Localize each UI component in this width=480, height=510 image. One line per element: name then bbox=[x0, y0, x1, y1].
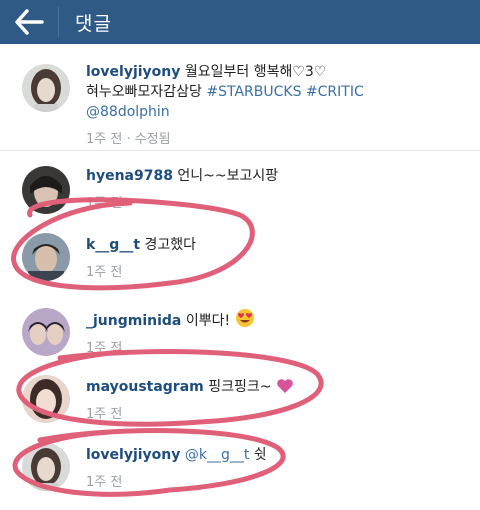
comment-text: 핑크핑크~ bbox=[208, 379, 272, 395]
username[interactable]: lovelyjiyony bbox=[86, 447, 180, 463]
divider bbox=[0, 150, 480, 151]
timestamp: 1주 전 bbox=[86, 341, 123, 356]
avatar[interactable] bbox=[22, 64, 70, 112]
username[interactable]: k__g__t bbox=[86, 237, 140, 253]
avatar[interactable] bbox=[22, 443, 70, 491]
comment-text: 경고했다 bbox=[144, 237, 197, 253]
avatar[interactable] bbox=[22, 166, 70, 214]
avatar[interactable] bbox=[22, 375, 70, 423]
timestamp: 1주 전 bbox=[86, 407, 123, 422]
timestamp: 1주 전 bbox=[86, 196, 123, 211]
timestamp: 1주 전 bbox=[86, 475, 123, 490]
arrow-left-icon bbox=[15, 9, 44, 35]
timestamp: 1주 전 bbox=[86, 265, 123, 280]
comment-text: 월요일부터 행복해♡3♡ bbox=[184, 64, 327, 80]
comment-text: 쉿 bbox=[253, 447, 267, 463]
header-divider bbox=[58, 7, 59, 37]
hashtag-link[interactable]: #CRITIC bbox=[306, 84, 364, 100]
comment-item: lovelyjiyony @k__g__t 쉿 1주 전 bbox=[0, 439, 480, 499]
username[interactable]: mayoustagram bbox=[86, 379, 204, 395]
comment-text: 언니~~보고시팡 bbox=[177, 168, 279, 184]
comment-text: 혀누오빠모자감삼당 bbox=[86, 84, 202, 100]
timestamp: 1주 전 · 수정됨 bbox=[86, 132, 171, 147]
avatar[interactable] bbox=[22, 233, 70, 281]
pink-heart-emoji bbox=[277, 379, 293, 393]
mention-link[interactable]: @k__g__t bbox=[185, 447, 249, 463]
username[interactable]: lovelyjiyony bbox=[86, 64, 180, 80]
top-bar: 댓글 bbox=[0, 0, 480, 44]
username[interactable]: _jungminida bbox=[86, 313, 181, 329]
comment-text: 이뿌다! bbox=[185, 313, 231, 329]
comment-item: hyena9788 언니~~보고시팡 1주 전 bbox=[0, 162, 480, 222]
hashtag-link[interactable]: #STARBUCKS bbox=[206, 84, 301, 100]
comment-item: _jungminida 이뿌다! 1주 전 bbox=[0, 304, 480, 364]
comment-item: k__g__t 경고했다 1주 전 bbox=[0, 229, 480, 289]
comment-item: mayoustagram 핑크핑크~ 1주 전 bbox=[0, 371, 480, 431]
mention-link[interactable]: @88dolphin bbox=[86, 104, 170, 120]
username[interactable]: hyena9788 bbox=[86, 168, 173, 184]
heart-eyes-emoji bbox=[235, 309, 254, 327]
back-button[interactable] bbox=[0, 0, 58, 44]
page-title: 댓글 bbox=[75, 12, 112, 35]
avatar[interactable] bbox=[22, 308, 70, 356]
